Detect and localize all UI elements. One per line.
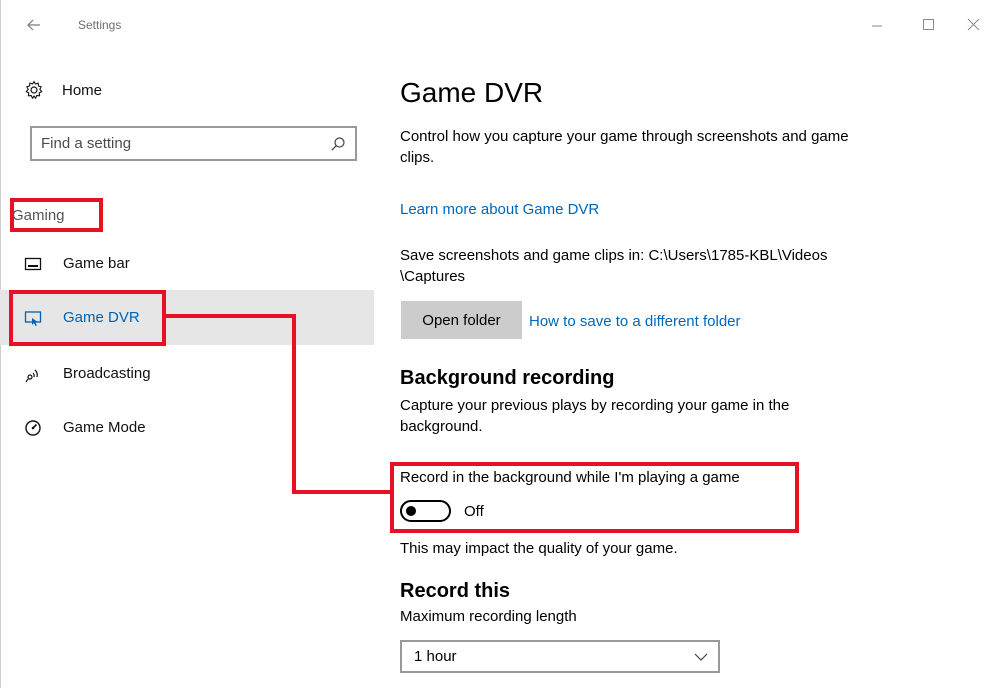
save-path-text: Save screenshots and game clips in: C:\U…	[400, 247, 828, 285]
close-button[interactable]	[958, 12, 988, 36]
back-arrow-icon	[27, 19, 40, 31]
search-icon[interactable]	[330, 136, 346, 152]
minimize-icon	[872, 25, 882, 27]
gear-icon	[25, 80, 43, 99]
record-this-heading: Record this	[400, 580, 511, 602]
game-mode-icon	[25, 419, 41, 436]
callout-connector	[292, 314, 296, 494]
max-length-label: Maximum recording length	[400, 608, 577, 625]
close-icon	[967, 18, 980, 31]
broadcasting-icon	[25, 369, 38, 382]
sidebar-item-broadcasting[interactable]: Broadcasting	[0, 346, 374, 401]
settings-window: Settings Home Gaming	[0, 0, 993, 688]
callout-connector	[166, 314, 296, 318]
search-box[interactable]	[30, 126, 357, 161]
page-title: Game DVR	[400, 77, 544, 108]
game-dvr-highlight	[9, 290, 166, 346]
title-bar: Settings	[0, 0, 993, 50]
game-bar-icon	[24, 257, 42, 270]
learn-more-link[interactable]: Learn more about Game DVR	[400, 201, 599, 218]
search-input[interactable]	[32, 128, 322, 159]
sidebar-item-label: Broadcasting	[63, 365, 151, 382]
sidebar-item-game-mode[interactable]: Game Mode	[0, 400, 374, 455]
open-folder-button[interactable]: Open folder	[401, 301, 522, 339]
maximize-button[interactable]	[913, 12, 943, 36]
home-nav-item[interactable]: Home	[24, 78, 102, 102]
back-button[interactable]	[22, 13, 46, 37]
section-heading-gaming: Gaming	[12, 207, 65, 224]
chevron-down-icon	[694, 653, 708, 661]
sidebar-item-label: Game Mode	[63, 419, 146, 436]
impact-note: This may impact the quality of your game…	[400, 540, 678, 557]
sidebar-item-game-bar[interactable]: Game bar	[0, 236, 374, 291]
window-title: Settings	[78, 18, 122, 32]
folder-help-link[interactable]: How to save to a different folder	[529, 313, 741, 330]
background-recording-description: Capture your previous plays by recording…	[400, 397, 790, 435]
minimize-button[interactable]	[862, 12, 892, 36]
maximize-icon	[923, 19, 934, 30]
sidebar: Home Gaming Game bar Game DVR	[0, 50, 374, 688]
background-recording-heading: Background recording	[400, 367, 615, 389]
max-length-value: 1 hour	[414, 648, 457, 665]
sidebar-item-label: Game bar	[63, 255, 130, 272]
home-label: Home	[62, 81, 103, 99]
record-background-highlight	[390, 462, 799, 533]
max-length-dropdown[interactable]: 1 hour	[400, 640, 720, 673]
callout-connector	[292, 490, 392, 494]
page-description: Control how you capture your game throug…	[400, 128, 849, 166]
